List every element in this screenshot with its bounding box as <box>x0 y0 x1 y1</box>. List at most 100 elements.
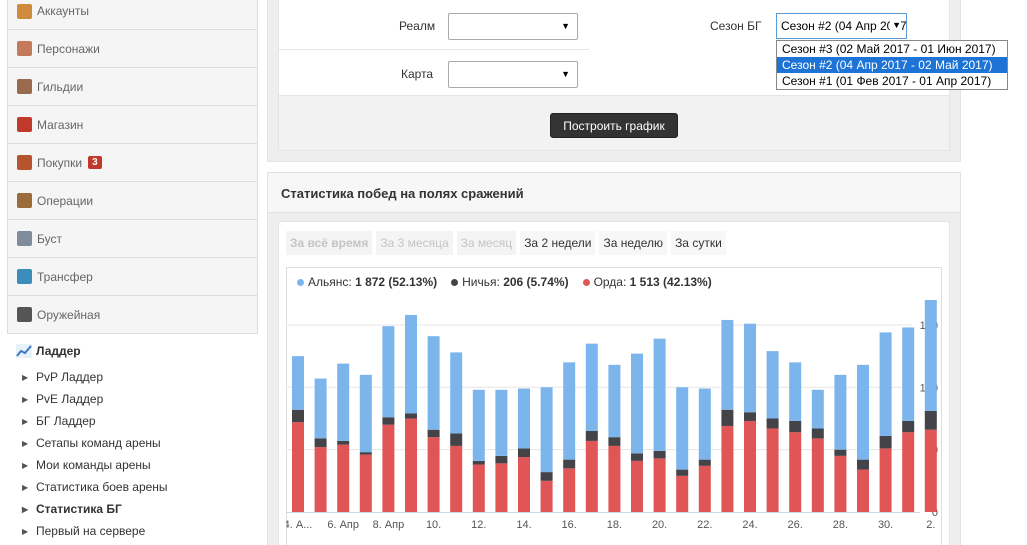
sidebar-item-2[interactable]: Персонажи <box>7 30 258 68</box>
bar-Ничья <box>382 417 395 425</box>
sidebar-item-label: Гильдии <box>37 79 84 94</box>
x-tick-label: 8. Апр <box>373 519 405 531</box>
season-option[interactable]: Сезон #3 (02 Май 2017 - 01 Июн 2017) <box>777 41 1007 57</box>
bar-Орда <box>879 448 892 512</box>
bar-Орда <box>789 432 802 512</box>
bar-Альянс <box>540 387 553 473</box>
season-select[interactable]: Сезон #2 (04 Апр 2017 - 02 Май 2017) ▼ <box>776 13 907 39</box>
bar-Орда <box>631 460 643 512</box>
bar-Орда <box>834 455 847 512</box>
divider <box>279 49 589 50</box>
season-option[interactable]: Сезон #1 (01 Фев 2017 - 01 Апр 2017) <box>777 73 1007 89</box>
ladder-item[interactable]: ▶ Мои команды арены <box>22 454 168 476</box>
ladder-item-label: Первый на сервере <box>36 524 146 538</box>
bar-Альянс <box>879 332 892 436</box>
bar-Альянс <box>653 338 666 451</box>
bar-Ничья <box>721 409 734 426</box>
ladder-item[interactable]: ▶ Статистика БГ <box>22 498 168 520</box>
tab-period[interactable]: За 2 недели <box>520 231 596 255</box>
bar-Ничья <box>518 448 530 458</box>
sidebar-item-3[interactable]: Гильдии <box>7 68 258 106</box>
period-tabs: За всё время За 3 месяца За месяц За 2 неде… <box>286 231 726 255</box>
caret-right-icon: ▶ <box>22 394 29 404</box>
legend-value: 1 872 (52.13%) <box>355 275 438 289</box>
sidebar-item-1[interactable]: Аккаунты <box>7 0 258 30</box>
bar-Альянс <box>698 388 711 460</box>
x-tick-label: 16. <box>562 519 577 531</box>
legend-dot-icon <box>451 279 459 287</box>
bar-Орда <box>337 444 350 512</box>
ladder-item-label: PvP Ладдер <box>36 370 104 384</box>
ladder-item-label: Сетапы команд арены <box>36 436 161 450</box>
ladder-item[interactable]: ▶ Статистика боев арены <box>22 476 168 498</box>
bar-Альянс <box>676 387 689 470</box>
bar-Орда <box>405 418 417 512</box>
bar-Альянс <box>292 356 304 410</box>
map-select[interactable]: ▼ <box>448 61 578 88</box>
wallet-icon <box>17 193 32 208</box>
tab-period[interactable]: За неделю <box>599 231 668 255</box>
armory-icon <box>17 307 32 322</box>
bar-Альянс <box>495 389 508 456</box>
bar-Альянс <box>382 326 395 418</box>
bar-Ничья <box>450 433 463 446</box>
season-option[interactable]: Сезон #2 (04 Апр 2017 - 02 Май 2017) <box>777 57 1007 73</box>
sidebar-item-5[interactable]: Покупки 3 <box>7 144 258 182</box>
legend-item[interactable]: Альянс: 1 872 (52.13%) <box>297 275 437 289</box>
shop-icon <box>17 117 32 132</box>
bar-Альянс <box>337 363 350 441</box>
sidebar-item-7[interactable]: Буст <box>7 220 258 258</box>
bar-Ничья <box>563 459 576 469</box>
legend-item[interactable]: Орда: 1 513 (42.13%) <box>582 275 712 289</box>
season-label: Сезон БГ <box>710 19 762 33</box>
ladder-item[interactable]: ▶ БГ Ладдер <box>22 410 168 432</box>
caret-right-icon: ▶ <box>22 416 29 426</box>
bar-Орда <box>698 465 711 512</box>
bar-Ничья <box>924 410 937 430</box>
bar-Орда <box>811 438 824 512</box>
bar-Ничья <box>585 430 598 441</box>
sidebar-section-ladder[interactable]: Ладдер <box>16 344 81 358</box>
x-tick-label: 6. Апр <box>327 519 359 531</box>
ladder-title: Ладдер <box>36 344 81 358</box>
bar-Орда <box>314 447 327 512</box>
legend-value: 1 513 (42.13%) <box>629 275 712 289</box>
sidebar-item-label: Оружейная <box>37 307 101 322</box>
tab-period[interactable]: За сутки <box>671 231 726 255</box>
tab-period[interactable]: За месяц <box>456 231 517 255</box>
users-icon <box>17 41 32 56</box>
bar-Альянс <box>518 388 530 449</box>
realm-select[interactable]: ▼ <box>448 13 578 40</box>
tab-period[interactable]: За всё время <box>286 231 373 255</box>
tab-period[interactable]: За 3 месяца <box>376 231 453 255</box>
ladder-item[interactable]: ▶ PvP Ладдер <box>22 366 168 388</box>
bar-Альянс <box>789 362 802 421</box>
caret-right-icon: ▶ <box>22 504 29 514</box>
bar-Орда <box>359 454 372 512</box>
build-chart-button[interactable]: Построить график <box>550 113 678 138</box>
bar-Орда <box>585 440 598 512</box>
sidebar-item-8[interactable]: Трансфер <box>7 258 258 296</box>
chart-icon <box>16 344 32 358</box>
ladder-item[interactable]: ▶ Сетапы команд арены <box>22 432 168 454</box>
bar-Альянс <box>857 364 869 460</box>
bar-Альянс <box>631 353 643 454</box>
bar-Альянс <box>405 314 417 414</box>
shirt-icon <box>17 79 32 94</box>
ladder-item[interactable]: ▶ Первый на сервере <box>22 520 168 542</box>
bar-Ничья <box>811 428 824 439</box>
ladder-item[interactable]: ▶ PvE Ладдер <box>22 388 168 410</box>
sidebar-item-9[interactable]: Оружейная <box>7 296 258 334</box>
bar-Ничья <box>879 435 892 449</box>
bar-Альянс <box>811 389 824 429</box>
caret-right-icon: ▶ <box>22 438 29 448</box>
legend-name: Альянс: <box>308 275 352 289</box>
realm-label: Реалм <box>399 19 436 33</box>
sidebar-item-6[interactable]: Операции <box>7 182 258 220</box>
bar-Ничья <box>359 452 372 455</box>
bar-Альянс <box>472 389 485 461</box>
legend-item[interactable]: Ничья: 206 (5.74%) <box>451 275 569 289</box>
bar-Ничья <box>902 420 915 433</box>
sidebar-item-4[interactable]: Магазин <box>7 106 258 144</box>
bar-Альянс <box>766 351 779 419</box>
